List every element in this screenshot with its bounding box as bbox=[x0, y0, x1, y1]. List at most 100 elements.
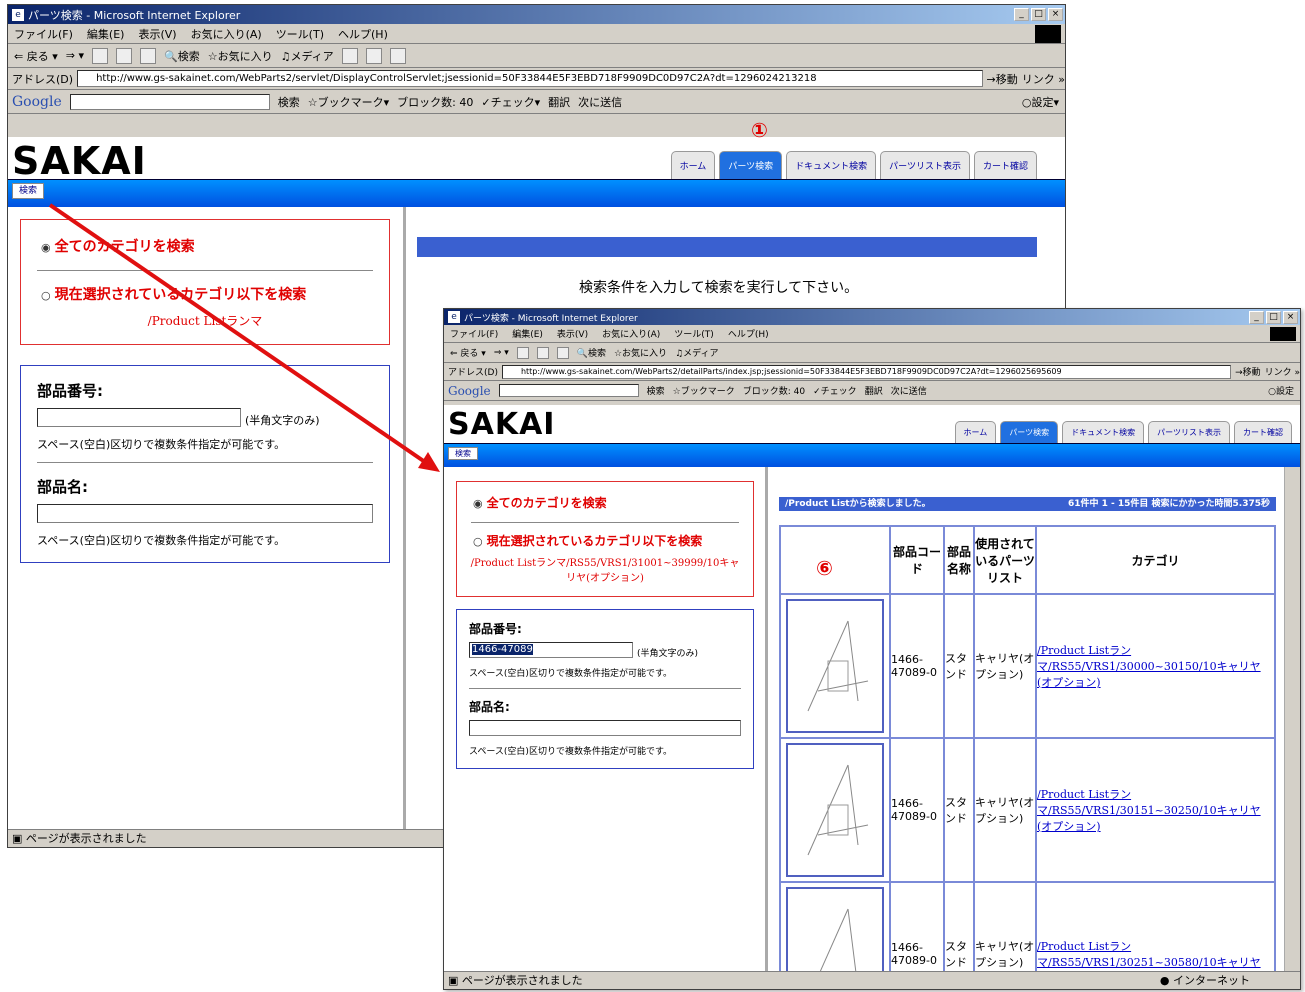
search-button[interactable]: 🔍検索 bbox=[164, 48, 200, 64]
tab-document-search[interactable]: ドキュメント検索 bbox=[786, 151, 877, 179]
option-all-categories[interactable]: ◉ 全てのカテゴリを検索 bbox=[41, 236, 195, 256]
menu-view[interactable]: 表示(V) bbox=[138, 26, 176, 42]
menu-file[interactable]: ファイル(F) bbox=[14, 26, 73, 42]
google-search-input[interactable] bbox=[498, 384, 639, 397]
option-sel-label: 現在選択されているカテゴリ以下を検索 bbox=[486, 534, 703, 548]
option-selected-category[interactable]: ○ 現在選択されているカテゴリ以下を検索 bbox=[41, 284, 306, 304]
column-header-name[interactable]: 部品名称 bbox=[943, 525, 975, 595]
history-icon[interactable] bbox=[341, 47, 358, 64]
print-icon[interactable] bbox=[389, 47, 406, 64]
back-button[interactable]: ⇐ 戻る ▾ bbox=[14, 48, 58, 64]
menu-view[interactable]: 表示(V) bbox=[557, 327, 588, 340]
settings-button[interactable]: ○設定 bbox=[1268, 384, 1294, 397]
google-search-button[interactable]: 検索 bbox=[647, 384, 665, 397]
go-button[interactable]: →移動 bbox=[987, 71, 1018, 87]
part-thumbnail[interactable] bbox=[786, 599, 884, 733]
close-button[interactable]: × bbox=[1283, 310, 1298, 324]
address-input[interactable]: http://www.gs-sakainet.com/WebParts2/ser… bbox=[77, 70, 983, 87]
category-link[interactable]: /Product Listランマ/RS55/VRS1/30251~30580/1… bbox=[1037, 940, 1261, 969]
media-button[interactable]: ♫メディア bbox=[281, 48, 334, 64]
tab-parts-search[interactable]: パーツ検索 bbox=[1000, 421, 1059, 443]
search-button[interactable]: 🔍検索 bbox=[577, 346, 606, 359]
blocked-count[interactable]: ブロック数: 40 bbox=[743, 384, 805, 397]
tab-parts-search[interactable]: パーツ検索 bbox=[719, 151, 783, 179]
menu-help[interactable]: ヘルプ(H) bbox=[728, 327, 769, 340]
go-button[interactable]: →移動 bbox=[1235, 365, 1261, 378]
stop-icon[interactable] bbox=[516, 346, 529, 359]
menu-favorites[interactable]: お気に入り(A) bbox=[191, 26, 262, 42]
part-name-input[interactable] bbox=[469, 720, 741, 736]
search-label: 検索 bbox=[177, 49, 200, 63]
title-bar[interactable]: e パーツ検索 - Microsoft Internet Explorer _ … bbox=[444, 309, 1300, 325]
links-button[interactable]: リンク » bbox=[1265, 365, 1300, 378]
blocked-count[interactable]: ブロック数: 40 bbox=[397, 94, 473, 110]
google-search-input[interactable] bbox=[69, 93, 270, 110]
check-button[interactable]: ✓チェック▾ bbox=[481, 94, 540, 110]
option-selected-category[interactable]: ○ 現在選択されているカテゴリ以下を検索 bbox=[473, 532, 702, 549]
maximize-button[interactable]: □ bbox=[1266, 310, 1281, 324]
media-button[interactable]: ♫メディア bbox=[675, 346, 718, 359]
check-button[interactable]: ✓チェック bbox=[813, 384, 857, 397]
column-header-code[interactable]: 部品コード bbox=[889, 525, 945, 595]
translate-button[interactable]: 翻訳 bbox=[548, 94, 570, 110]
search-tab-button[interactable]: 検索 bbox=[448, 447, 478, 460]
tab-document-search[interactable]: ドキュメント検索 bbox=[1062, 421, 1145, 443]
favorites-label: お気に入り bbox=[622, 349, 668, 359]
translate-button[interactable]: 翻訳 bbox=[865, 384, 883, 397]
part-no-input[interactable]: 1466-47089 bbox=[469, 642, 633, 658]
tab-cart[interactable]: カート確認 bbox=[1234, 421, 1292, 443]
settings-button[interactable]: ○設定▾ bbox=[1022, 94, 1059, 110]
home-icon[interactable] bbox=[140, 47, 156, 64]
stop-icon[interactable] bbox=[92, 47, 108, 64]
category-link[interactable]: /Product Listランマ/RS55/VRS1/30151~30250/1… bbox=[1037, 788, 1261, 833]
address-input[interactable]: http://www.gs-sakainet.com/WebParts2/det… bbox=[501, 364, 1232, 379]
search-label: 検索 bbox=[587, 349, 606, 359]
option-all-categories[interactable]: ◉ 全てのカテゴリを検索 bbox=[473, 494, 607, 511]
bookmarks-button[interactable]: ☆ブックマーク▾ bbox=[308, 94, 389, 110]
bookmarks-button[interactable]: ☆ブックマーク bbox=[673, 384, 735, 397]
refresh-icon[interactable] bbox=[536, 346, 549, 359]
home-icon[interactable] bbox=[556, 346, 569, 359]
tab-cart[interactable]: カート確認 bbox=[973, 151, 1037, 179]
part-thumbnail[interactable] bbox=[786, 887, 884, 973]
mail-icon[interactable] bbox=[365, 47, 382, 64]
back-button[interactable]: ⇐ 戻る ▾ bbox=[450, 346, 486, 359]
tab-parts-list[interactable]: パーツリスト表示 bbox=[880, 151, 970, 179]
menu-file[interactable]: ファイル(F) bbox=[450, 327, 498, 340]
tab-home[interactable]: ホーム bbox=[954, 421, 997, 443]
forward-button[interactable]: ⇒ ▾ bbox=[66, 49, 84, 62]
search-tab-button[interactable]: 検索 bbox=[12, 183, 45, 199]
menu-edit[interactable]: 編集(E) bbox=[512, 327, 543, 340]
maximize-button[interactable]: □ bbox=[1031, 8, 1046, 21]
favorites-button[interactable]: ☆お気に入り bbox=[614, 346, 667, 359]
minimize-button[interactable]: _ bbox=[1014, 8, 1029, 21]
links-button[interactable]: リンク » bbox=[1022, 71, 1065, 87]
address-bar: アドレス(D) http://www.gs-sakainet.com/WebPa… bbox=[444, 363, 1300, 381]
half-width-note: (半角文字のみ) bbox=[245, 414, 320, 427]
vertical-scrollbar[interactable] bbox=[1284, 467, 1300, 973]
menu-help[interactable]: ヘルプ(H) bbox=[338, 26, 388, 42]
column-header-list[interactable]: 使用されているパーツリスト bbox=[973, 525, 1037, 595]
column-header-category[interactable]: カテゴリ bbox=[1035, 525, 1276, 595]
radio-unchecked-icon: ○ bbox=[41, 289, 51, 302]
minimize-button[interactable]: _ bbox=[1249, 310, 1264, 324]
category-link[interactable]: /Product Listランマ/RS55/VRS1/30000~30150/1… bbox=[1037, 644, 1261, 689]
title-bar[interactable]: e パーツ検索 - Microsoft Internet Explorer _ … bbox=[8, 5, 1065, 24]
close-button[interactable]: × bbox=[1048, 8, 1063, 21]
part-name-input[interactable] bbox=[37, 504, 373, 523]
menu-tools[interactable]: ツール(T) bbox=[674, 327, 714, 340]
send-button[interactable]: 次に送信 bbox=[891, 384, 927, 397]
menu-favorites[interactable]: お気に入り(A) bbox=[602, 327, 660, 340]
favorites-button[interactable]: ☆お気に入り bbox=[208, 48, 273, 64]
part-thumbnail[interactable] bbox=[786, 743, 884, 877]
results-header-bar: /Product Listから検索しました。 61件中 1 - 15件目 検索に… bbox=[779, 497, 1276, 511]
google-search-button[interactable]: 検索 bbox=[278, 94, 300, 110]
part-no-input[interactable] bbox=[37, 408, 241, 427]
menu-tools[interactable]: ツール(T) bbox=[276, 26, 324, 42]
tab-home[interactable]: ホーム bbox=[670, 151, 716, 179]
menu-edit[interactable]: 編集(E) bbox=[87, 26, 125, 42]
tab-parts-list[interactable]: パーツリスト表示 bbox=[1148, 421, 1230, 443]
send-button[interactable]: 次に送信 bbox=[578, 94, 622, 110]
refresh-icon[interactable] bbox=[116, 47, 132, 64]
forward-button[interactable]: ⇒ ▾ bbox=[494, 348, 509, 358]
